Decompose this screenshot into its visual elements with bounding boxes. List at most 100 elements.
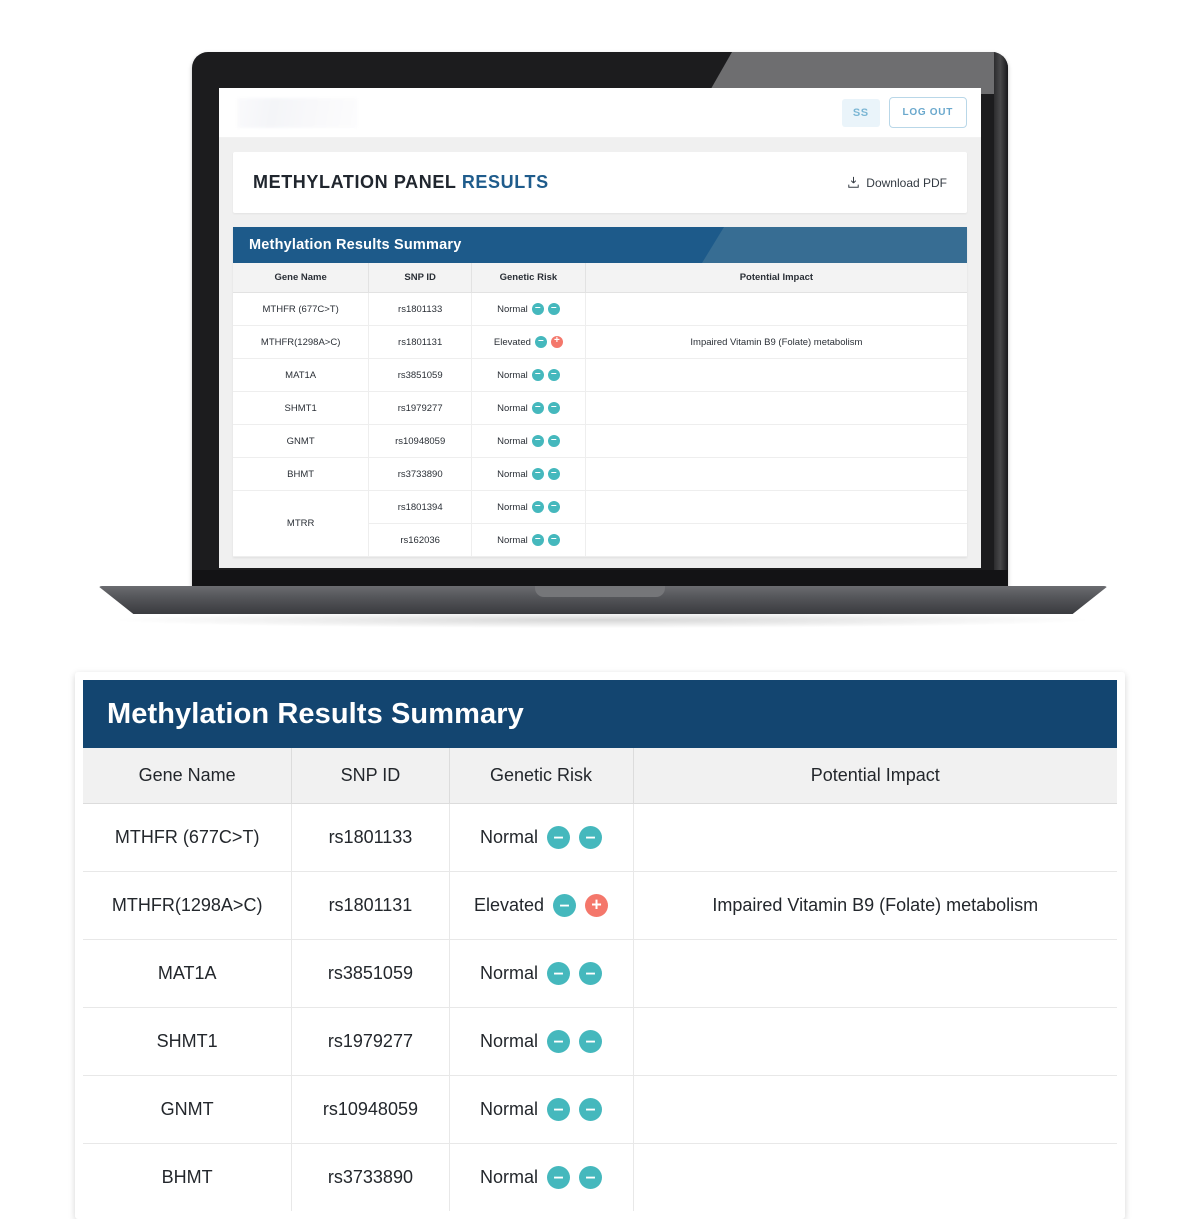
- cell-genetic-risk: Normal – –: [449, 1143, 634, 1211]
- cell-snp-id: rs1801133: [368, 292, 473, 326]
- cell-snp-id: rs1979277: [368, 391, 473, 425]
- page-title: METHYLATION PANEL RESULTS: [253, 172, 549, 193]
- risk-label: Normal: [497, 435, 528, 447]
- logout-button[interactable]: LOG OUT: [888, 97, 967, 128]
- badge-normal-icon: –: [579, 1030, 603, 1053]
- cell-snp-id: rs1801394: [368, 490, 473, 524]
- column-header: Gene Name: [233, 263, 370, 293]
- large-table-header-bar: Methylation Results Summary: [83, 680, 1117, 748]
- cell-potential-impact: [633, 1007, 1117, 1076]
- cell-gene-name: MAT1A: [83, 939, 293, 1008]
- column-header: Potential Impact: [585, 263, 967, 293]
- results-table-title: Methylation Results Summary: [249, 237, 462, 253]
- badge-normal-icon: –: [531, 369, 544, 381]
- badge-normal-icon: –: [579, 826, 603, 849]
- header-wedge: [702, 227, 967, 263]
- cell-genetic-risk: Normal – –: [471, 292, 586, 326]
- cell-snp-id: rs3851059: [368, 358, 473, 392]
- page-title-main: METHYLATION PANEL: [253, 172, 462, 192]
- laptop-base-notch: [535, 586, 665, 597]
- badge-normal-icon: –: [553, 894, 577, 917]
- table-row: MAT1A rs3851059 Normal – –: [233, 358, 967, 392]
- table-header-row: Gene Name SNP ID Genetic Risk Potential Imp…: [83, 748, 1117, 804]
- cell-snp-id: rs10948059: [368, 424, 473, 458]
- risk-label: Elevated: [493, 336, 531, 348]
- cell-genetic-risk: Normal – –: [449, 939, 634, 1008]
- download-icon: [848, 176, 859, 188]
- risk-label: Normal: [480, 963, 539, 983]
- badge-normal-icon: –: [547, 826, 571, 849]
- table-row: MTHFR (677C>T) rs1801133 Normal – –: [83, 803, 1117, 872]
- cell-genetic-risk: Normal – –: [471, 490, 586, 524]
- risk-label: Normal: [497, 501, 528, 513]
- cell-gene-name: SHMT1: [233, 391, 370, 425]
- cell-potential-impact: [585, 358, 967, 392]
- badge-normal-icon: –: [531, 501, 544, 513]
- topbar-actions: SS LOG OUT: [841, 97, 967, 128]
- cell-snp-id: rs1801131: [368, 325, 473, 359]
- table-row: MTHFR (677C>T) rs1801133 Normal – –: [233, 292, 967, 326]
- column-header: SNP ID: [291, 748, 450, 804]
- cell-genetic-risk: Normal – –: [471, 358, 586, 392]
- badge-normal-icon: –: [547, 1166, 571, 1189]
- cell-gene-name: BHMT: [83, 1143, 293, 1211]
- risk-label: Normal: [480, 1167, 539, 1187]
- cell-snp-id: rs3733890: [368, 457, 473, 491]
- table-header-row: Gene Name SNP ID Genetic Risk Potential Imp…: [233, 263, 967, 293]
- column-header: Potential Impact: [633, 748, 1117, 804]
- column-header: Genetic Risk: [449, 748, 634, 804]
- cell-snp-id: rs1979277: [291, 1007, 450, 1076]
- cell-snp-id: rs1801131: [291, 871, 450, 940]
- table-row: MTHFR(1298A>C) rs1801131 Elevated – + Impaire…: [233, 325, 967, 359]
- table-row: SHMT1 rs1979277 Normal – –: [233, 391, 967, 425]
- cell-potential-impact: [585, 292, 967, 326]
- badge-normal-icon: –: [547, 1098, 571, 1121]
- cell-potential-impact: [633, 1075, 1117, 1144]
- badge-normal-icon: –: [531, 534, 544, 546]
- badge-elevated-icon: +: [585, 894, 609, 917]
- results-table-card-large: Methylation Results Summary Gene Name SNP…: [75, 672, 1125, 1219]
- cell-genetic-risk: Elevated – +: [449, 871, 634, 940]
- results-table-screen: Gene Name SNP ID Genetic Risk Potential Imp…: [233, 263, 967, 557]
- cell-gene-name: MTHFR(1298A>C): [233, 325, 370, 359]
- cell-gene-name: GNMT: [233, 424, 370, 458]
- cell-potential-impact: [585, 391, 967, 425]
- download-pdf-label: Download PDF: [866, 175, 947, 190]
- badge-normal-icon: –: [579, 1166, 603, 1189]
- badge-normal-icon: –: [547, 402, 560, 414]
- large-table-section: Methylation Results Summary Gene Name SNP…: [0, 650, 1200, 1219]
- download-pdf-button[interactable]: Download PDF: [847, 176, 947, 190]
- cell-gene-name: MTRR: [233, 490, 370, 557]
- table-row: MAT1A rs3851059 Normal – –: [83, 939, 1117, 1008]
- table-row: MTHFR(1298A>C) rs1801131 Elevated – + Impaire…: [83, 871, 1117, 940]
- table-row: BHMT rs3733890 Normal – –: [233, 457, 967, 491]
- risk-label: Normal: [497, 402, 528, 414]
- cell-snp-id: rs162036: [368, 523, 473, 557]
- cell-gene-name: MAT1A: [233, 358, 370, 392]
- cell-genetic-risk: Normal – –: [471, 391, 586, 425]
- badge-normal-icon: –: [547, 962, 571, 985]
- badge-normal-icon: –: [547, 468, 560, 480]
- cell-potential-impact: [585, 490, 967, 524]
- cell-snp-id: rs3851059: [291, 939, 450, 1008]
- risk-label: Normal: [497, 369, 528, 381]
- risk-label: Elevated: [474, 895, 545, 915]
- badge-normal-icon: –: [579, 962, 603, 985]
- badge-normal-icon: –: [579, 1098, 603, 1121]
- panel-header-card: METHYLATION PANEL RESULTS Download PDF: [233, 152, 967, 213]
- table-row: GNMT rs10948059 Normal – –: [233, 424, 967, 458]
- badge-normal-icon: –: [531, 435, 544, 447]
- risk-label: Normal: [497, 468, 528, 480]
- laptop-shadow: [120, 612, 1085, 628]
- cell-gene-name: MTHFR(1298A>C): [83, 871, 293, 940]
- lid-right-edge: [994, 52, 1008, 590]
- table-row: GNMT rs10948059 Normal – –: [83, 1075, 1117, 1144]
- table-row: SHMT1 rs1979277 Normal – –: [83, 1007, 1117, 1076]
- cell-gene-name: SHMT1: [83, 1007, 293, 1076]
- avatar[interactable]: SS: [841, 98, 880, 127]
- results-table-card-screen: Methylation Results Summary Gene Name SNP…: [233, 227, 967, 557]
- brand-logo[interactable]: [237, 97, 357, 128]
- risk-label: Normal: [480, 1099, 539, 1119]
- cell-genetic-risk: Normal – –: [449, 1075, 634, 1144]
- column-header: Genetic Risk: [471, 263, 586, 293]
